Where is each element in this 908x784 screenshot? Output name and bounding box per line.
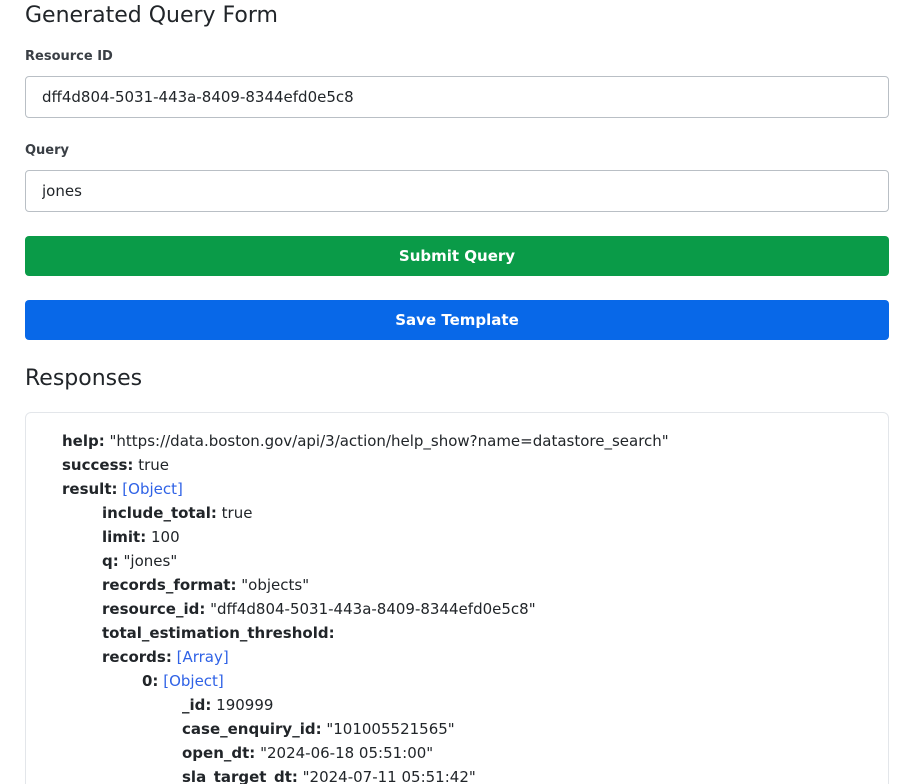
response-value: 190999 [216, 696, 274, 714]
response-value: "2024-07-11 05:51:42" [302, 768, 476, 784]
query-label: Query [25, 143, 70, 158]
resource-id-label: Resource ID [25, 49, 113, 64]
response-key: case_enquiry_id: [182, 720, 322, 738]
response-key: success: [62, 456, 134, 474]
responses-title: Responses [25, 366, 143, 391]
response-value: "https://data.boston.gov/api/3/action/he… [109, 432, 669, 450]
response-key: total_estimation_threshold: [102, 624, 335, 642]
response-row-case-enquiry-id: case_enquiry_id: "101005521565" [182, 717, 455, 741]
response-row-limit: limit: 100 [102, 525, 180, 549]
query-form-page: Generated Query Form Resource ID Query S… [0, 0, 908, 784]
response-key: resource_id: [102, 600, 206, 618]
response-value: "objects" [241, 576, 310, 594]
response-row-include-total: include_total: true [102, 501, 252, 525]
response-value: "jones" [123, 552, 178, 570]
resource-id-input[interactable] [25, 76, 889, 118]
response-value: "2024-06-18 05:51:00" [260, 744, 434, 762]
response-value: true [221, 504, 253, 522]
response-row-result: result: [Object] [62, 477, 183, 501]
response-row-records-format: records_format: "objects" [102, 573, 309, 597]
response-value: 100 [151, 528, 180, 546]
query-input[interactable] [25, 170, 889, 212]
submit-query-button[interactable]: Submit Query [25, 236, 889, 276]
response-row-total-estimation-threshold: total_estimation_threshold: [102, 621, 335, 645]
response-value: "dff4d804-5031-443a-8409-8344efd0e5c8" [210, 600, 536, 618]
response-key: 0: [142, 672, 159, 690]
response-panel: help: "https://data.boston.gov/api/3/act… [25, 412, 889, 784]
record-0-object-toggle[interactable]: [Object] [163, 672, 224, 690]
response-row-help: help: "https://data.boston.gov/api/3/act… [62, 429, 669, 453]
response-row-records: records: [Array] [102, 645, 229, 669]
response-key: result: [62, 480, 118, 498]
response-row-record-0: 0: [Object] [142, 669, 224, 693]
response-key: records_format: [102, 576, 237, 594]
save-template-button[interactable]: Save Template [25, 300, 889, 340]
response-key: limit: [102, 528, 147, 546]
response-row-open-dt: open_dt: "2024-06-18 05:51:00" [182, 741, 433, 765]
response-key: open_dt: [182, 744, 256, 762]
response-key: include_total: [102, 504, 217, 522]
response-key: help: [62, 432, 105, 450]
response-key: sla_target_dt: [182, 768, 298, 784]
response-key: q: [102, 552, 119, 570]
result-object-toggle[interactable]: [Object] [122, 480, 183, 498]
response-value: true [138, 456, 169, 474]
response-row-resource-id: resource_id: "dff4d804-5031-443a-8409-83… [102, 597, 536, 621]
response-key: records: [102, 648, 172, 666]
form-title: Generated Query Form [25, 3, 278, 28]
response-value: "101005521565" [326, 720, 455, 738]
response-row-record-id: _id: 190999 [182, 693, 273, 717]
response-key: _id: [182, 696, 212, 714]
response-row-success: success: true [62, 453, 169, 477]
response-row-sla-target-dt: sla_target_dt: "2024-07-11 05:51:42" [182, 765, 476, 784]
response-row-q: q: "jones" [102, 549, 177, 573]
records-array-toggle[interactable]: [Array] [177, 648, 229, 666]
